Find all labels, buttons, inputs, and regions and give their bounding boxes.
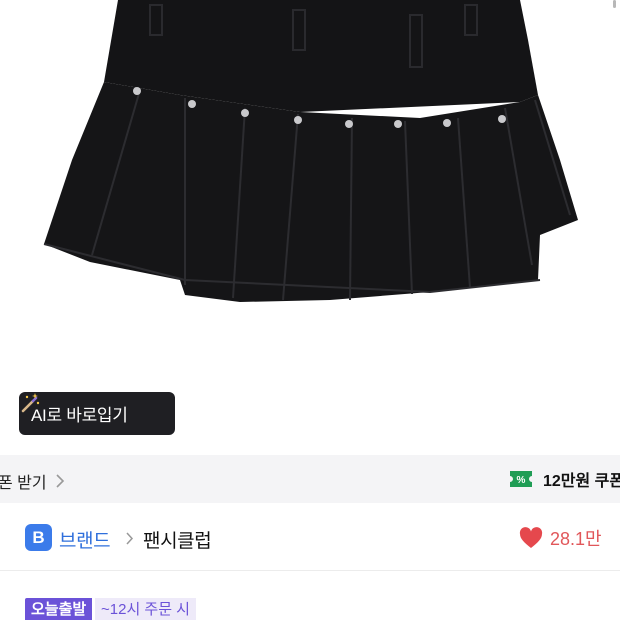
magic-wand-icon	[21, 393, 40, 413]
scroll-indicator[interactable]	[613, 0, 616, 8]
get-coupon-label: 폰 받기	[0, 475, 47, 492]
order-cutoff-label: ~12시 주문 시	[95, 598, 196, 620]
get-coupon-link[interactable]: 폰 받기	[0, 469, 65, 493]
brand-name-link[interactable]: 팬시클럽	[143, 526, 212, 553]
svg-text:%: %	[517, 475, 526, 486]
ai-try-on-button[interactable]: AI로 바로입기	[19, 392, 175, 435]
like-button[interactable]: 28.1만	[519, 525, 602, 551]
pleated-skirt-photo	[43, 0, 578, 302]
heart-icon	[519, 527, 543, 548]
delivery-row: 오늘출발 ~12시 주문 시	[0, 571, 620, 620]
like-count: 28.1만	[550, 529, 602, 549]
brand-row: B 브랜드 팬시클럽 28.1만	[0, 503, 620, 571]
brand-badge: B	[25, 524, 52, 551]
coupon-strip: 폰 받기 % 12만원 쿠폰	[0, 455, 620, 503]
product-detail-page: AI로 바로입기 폰 받기 % 12만원 쿠폰 B 브랜드 팬시클럽 28.1만…	[0, 0, 620, 620]
chevron-right-icon	[56, 474, 64, 488]
product-image[interactable]: AI로 바로입기	[0, 0, 620, 455]
brand-link[interactable]: 브랜드	[59, 526, 111, 553]
coupon-amount[interactable]: % 12만원 쿠폰	[509, 467, 620, 491]
chevron-right-icon	[126, 532, 134, 545]
coupon-amount-label: 12만원 쿠폰	[543, 473, 620, 490]
same-day-shipping-badge: 오늘출발	[25, 598, 93, 620]
coupon-ticket-icon: %	[510, 471, 532, 487]
ai-try-on-label: AI로 바로입기	[31, 406, 128, 425]
